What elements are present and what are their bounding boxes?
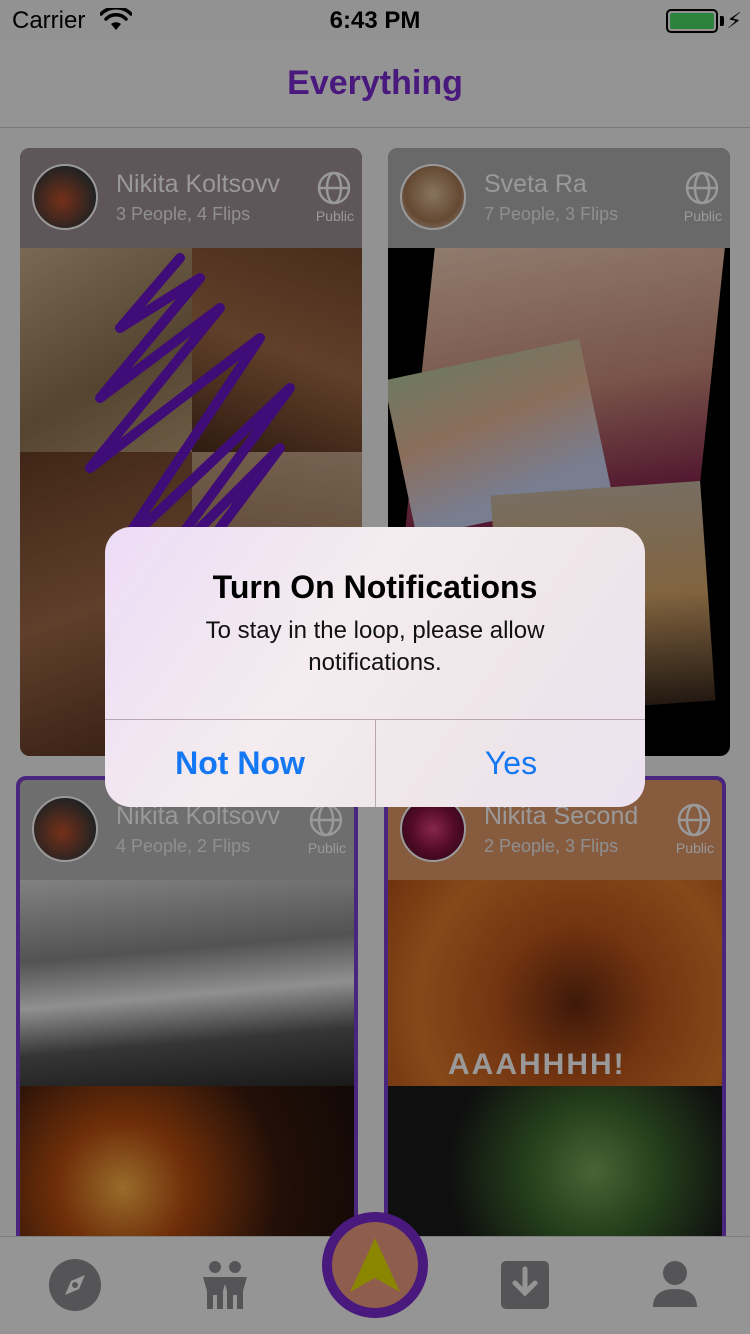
not-now-button[interactable]: Not Now — [105, 720, 375, 807]
alert-title: Turn On Notifications — [212, 569, 538, 605]
yes-button[interactable]: Yes — [376, 720, 645, 807]
alert-message: To stay in the loop, please allow notifi… — [205, 617, 545, 676]
notification-alert: Turn On Notifications To stay in the loo… — [105, 527, 645, 807]
